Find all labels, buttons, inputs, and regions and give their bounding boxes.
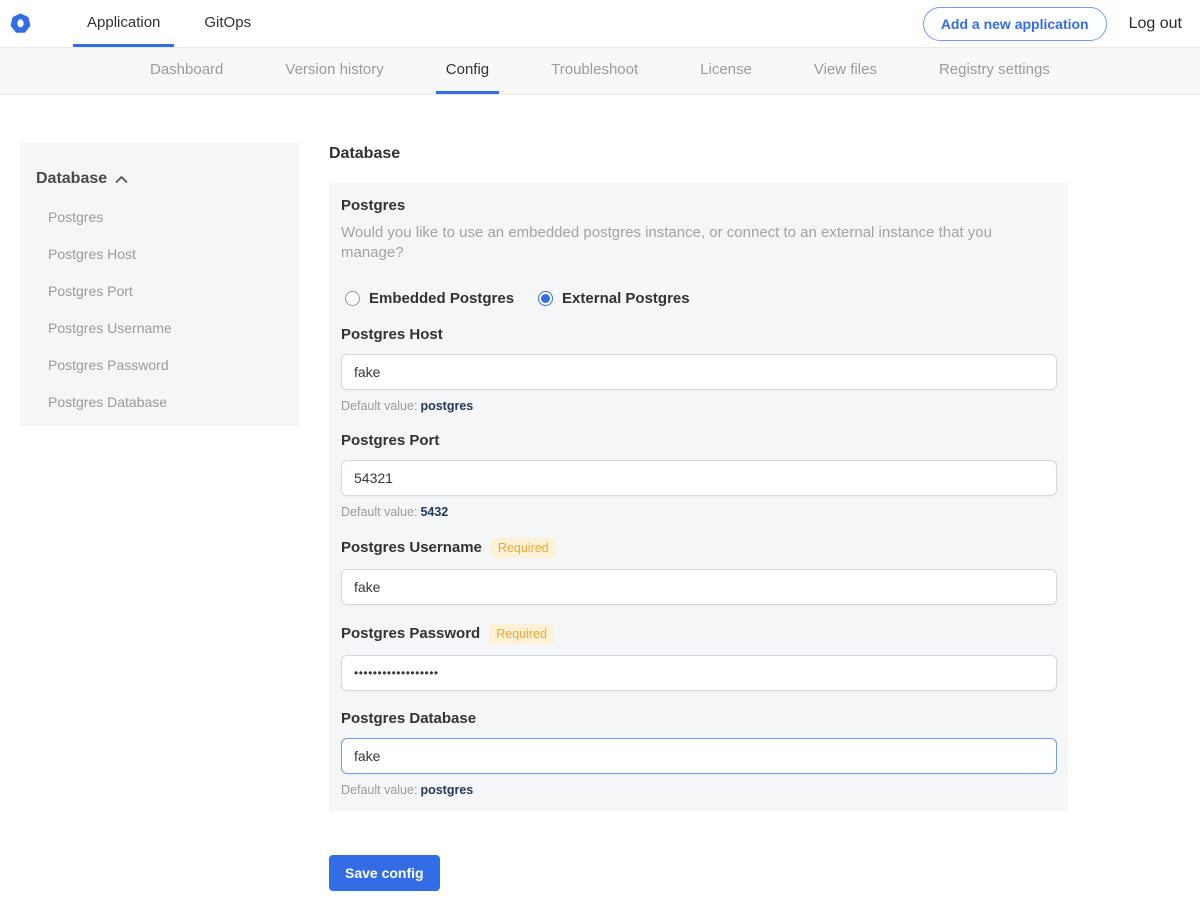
radio-embedded-postgres[interactable]: Embedded Postgres [345,290,514,307]
field-label: Postgres Database [341,710,476,727]
subnav-item-registry-settings[interactable]: Registry settings [929,48,1060,94]
subnav-item-version-history[interactable]: Version history [275,48,393,94]
config-group-card: Postgres Would you like to use an embedd… [329,183,1068,811]
sidebar-item-postgres-port[interactable]: Postgres Port [48,283,283,299]
radio-external-postgres-label: External Postgres [562,290,690,307]
sidebar-item-postgres-password[interactable]: Postgres Password [48,357,283,373]
content-area: Database Postgres Postgres Host Postgres… [0,95,1200,907]
field-label: Postgres Port [341,432,439,449]
chevron-up-icon [115,175,128,184]
field-label: Postgres Host [341,326,443,343]
config-sidebar: Database Postgres Postgres Host Postgres… [20,143,299,426]
logout-link[interactable]: Log out [1129,15,1182,33]
config-main: Database Postgres Would you like to use … [329,143,1068,907]
header-right: Add a new application Log out [923,0,1200,47]
postgres-radio-group: Embedded Postgres External Postgres [345,290,1056,307]
postgres-username-input[interactable] [341,569,1057,605]
required-badge: Required [491,538,556,558]
sidebar-item-postgres-host[interactable]: Postgres Host [48,246,283,262]
sidebar-group-database[interactable]: Database [36,170,283,188]
primary-tabs: Application GitOps [73,0,281,47]
add-new-application-button[interactable]: Add a new application [923,7,1107,41]
radio-unchecked-icon [345,291,360,306]
sidebar-item-postgres-database[interactable]: Postgres Database [48,394,283,410]
page-title: Database [329,145,1068,163]
postgres-port-input[interactable] [341,460,1057,496]
sidebar-item-postgres[interactable]: Postgres [48,209,283,225]
app-subnav: Dashboard Version history Config Trouble… [0,48,1200,95]
group-name: Postgres [341,197,1056,214]
field-postgres-username: Postgres Username Required [341,538,1056,605]
subnav-item-troubleshoot[interactable]: Troubleshoot [541,48,648,94]
field-postgres-host: Postgres Host Default value:postgres [341,326,1056,413]
default-value-note: Default value:postgres [341,399,1056,413]
postgres-host-input[interactable] [341,354,1057,390]
subnav-item-config[interactable]: Config [436,48,499,94]
top-header: Application GitOps Add a new application… [0,0,1200,48]
postgres-database-input[interactable] [341,738,1057,774]
sidebar-item-postgres-username[interactable]: Postgres Username [48,320,283,336]
field-label: Postgres Username [341,539,482,556]
sidebar-item-list: Postgres Postgres Host Postgres Port Pos… [48,209,283,410]
field-postgres-port: Postgres Port Default value:5432 [341,432,1056,519]
radio-checked-icon [538,291,553,306]
field-label: Postgres Password [341,625,480,642]
app-logo[interactable] [10,0,45,47]
default-value-note: Default value:5432 [341,505,1056,519]
default-value-note: Default value:postgres [341,783,1056,797]
subnav-item-dashboard[interactable]: Dashboard [140,48,233,94]
save-config-button[interactable]: Save config [329,855,440,891]
postgres-password-input[interactable] [341,655,1057,691]
radio-external-postgres[interactable]: External Postgres [538,290,690,307]
kots-logo-icon [10,13,31,34]
sidebar-group-title-label: Database [36,170,107,188]
subnav-item-license[interactable]: License [690,48,762,94]
group-description: Would you like to use an embedded postgr… [341,223,1056,264]
required-badge: Required [489,624,554,644]
field-postgres-password: Postgres Password Required [341,624,1056,691]
tab-gitops[interactable]: GitOps [190,0,265,47]
subnav-item-view-files[interactable]: View files [804,48,887,94]
radio-embedded-postgres-label: Embedded Postgres [369,290,514,307]
field-postgres-database: Postgres Database Default value:postgres [341,710,1056,797]
tab-application[interactable]: Application [73,0,174,47]
